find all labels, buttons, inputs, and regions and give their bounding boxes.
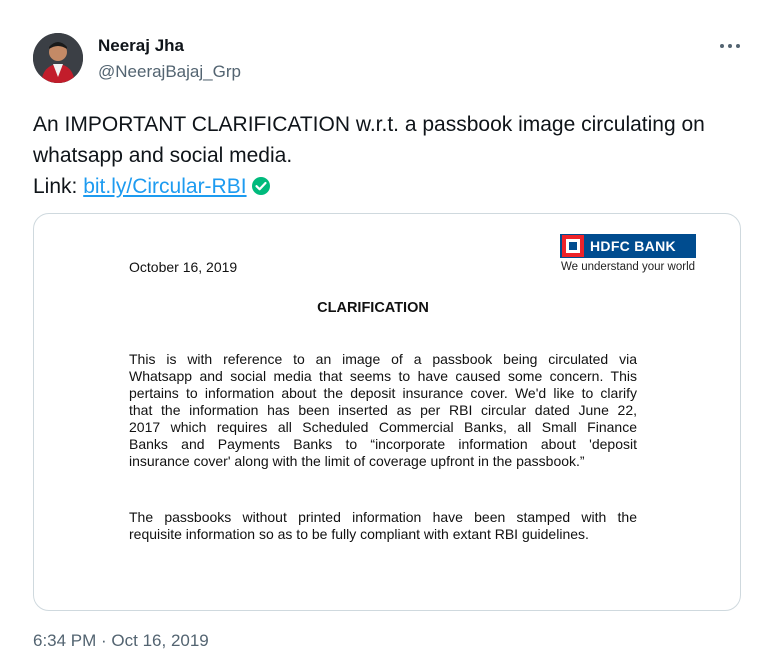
paragraph-line: requisite information so as to be fully … [129, 526, 589, 542]
avatar[interactable] [33, 33, 83, 83]
paragraph-line: that the information has been inserted a… [129, 402, 637, 418]
paragraph-line: Whatsapp and social media that seems to … [129, 368, 637, 384]
document-paragraph-2: The passbooks without printed informatio… [129, 509, 637, 543]
tweet-link-line: Link: bit.ly/Circular-RBI [33, 171, 733, 202]
tagline: We understand your world [561, 261, 696, 273]
more-dot [720, 44, 724, 48]
logo-text: HDFC BANK [590, 238, 676, 254]
link-prefix: Link: [33, 175, 84, 198]
paragraph-line: pertains to information about the deposi… [129, 385, 637, 401]
paragraph-line: 2017 which requires all Scheduled Commer… [129, 419, 637, 435]
tweet-line: whatsapp and social media. [33, 144, 293, 167]
media-card[interactable]: October 16, 2019 HDFC BANK We understand… [33, 213, 741, 611]
hdfc-logo-icon: HDFC BANK [560, 234, 696, 258]
paragraph-line: The passbooks without printed informatio… [129, 509, 637, 525]
paragraph-line: This is with reference to an image of a … [129, 351, 637, 367]
display-name[interactable]: Neeraj Jha [98, 36, 184, 56]
paragraph-line: Banks and Payments Banks to “incorporate… [129, 436, 637, 452]
tweet-timestamp[interactable]: 6:34 PM · Oct 16, 2019 [33, 631, 209, 651]
document-heading: CLARIFICATION [317, 300, 429, 316]
user-handle[interactable]: @NeerajBajaj_Grp [98, 62, 241, 82]
tweet-line: An IMPORTANT CLARIFICATION w.r.t. a pass… [33, 113, 705, 136]
more-icon[interactable] [718, 36, 742, 56]
hdfc-logo-mark [562, 235, 584, 257]
document-date: October 16, 2019 [129, 259, 238, 275]
avatar-photo-icon [33, 33, 83, 83]
tweet-link[interactable]: bit.ly/Circular-RBI [83, 175, 246, 198]
more-dot [736, 44, 740, 48]
document-paragraph-1: This is with reference to an image of a … [129, 351, 637, 470]
tweet-text: An IMPORTANT CLARIFICATION w.r.t. a pass… [33, 109, 733, 202]
more-dot [728, 44, 732, 48]
verified-check-icon [251, 177, 270, 195]
paragraph-line: insurance cover' along with the limit of… [129, 453, 585, 469]
